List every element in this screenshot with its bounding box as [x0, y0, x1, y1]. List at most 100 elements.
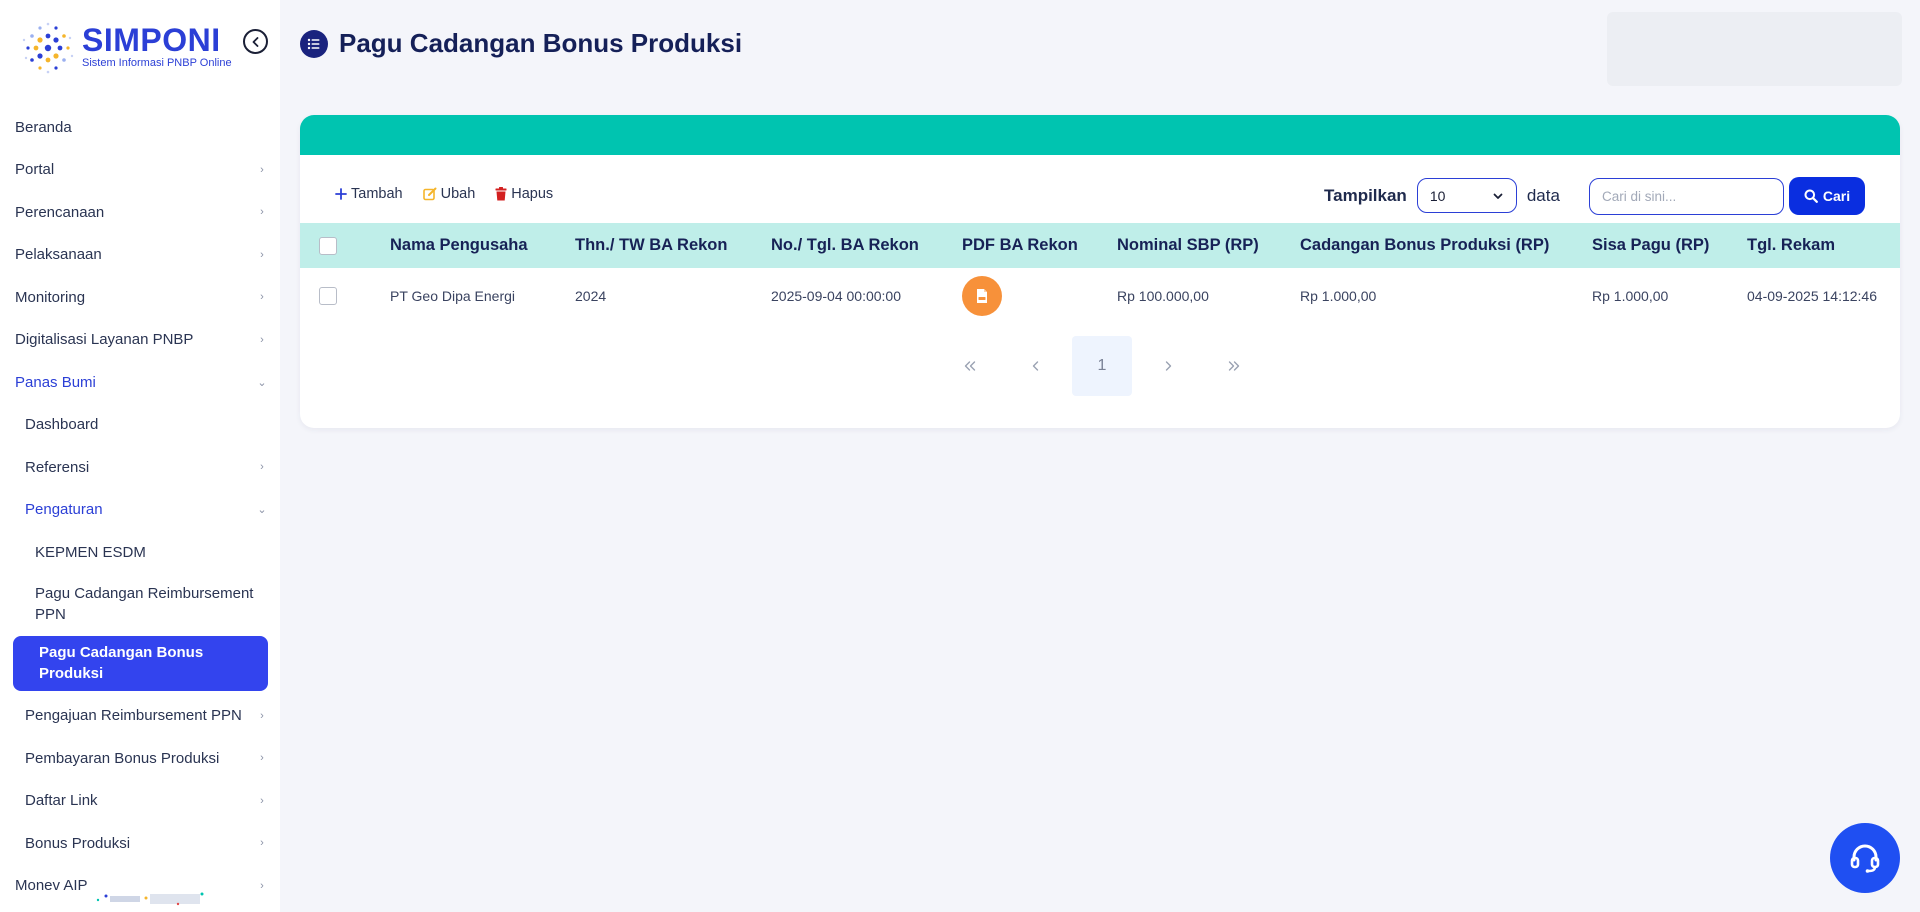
- sidebar-item-label: Dashboard: [25, 416, 99, 434]
- page-number-button[interactable]: 1: [1072, 336, 1132, 396]
- page-size-suffix: data: [1526, 185, 1560, 205]
- double-chevron-left-icon: [964, 361, 976, 371]
- chevron-down-icon: ⌄: [257, 504, 267, 517]
- page-size-value: 10: [1429, 187, 1446, 204]
- footer-decoration-icon: [96, 892, 204, 906]
- cell-pdf: [962, 268, 1117, 324]
- sidebar-item-label: Pembayaran Bonus Produksi: [25, 749, 220, 767]
- table-row[interactable]: PT Geo Dipa Energi 2024 2025-09-04 00:00…: [300, 268, 1900, 324]
- search-button-label: Cari: [1822, 188, 1851, 204]
- chevron-right-icon: ›: [260, 333, 264, 346]
- cell-sisa-pagu: Rp 1.000,00: [1592, 288, 1669, 304]
- chevron-right-icon: ›: [260, 709, 264, 722]
- sidebar-item-daftar-link[interactable]: Daftar Link ›: [0, 780, 280, 823]
- sidebar-item-label: Panas Bumi: [15, 373, 96, 391]
- column-header[interactable]: No./ Tgl. BA Rekon: [771, 223, 962, 268]
- edit-button[interactable]: Ubah: [422, 186, 476, 202]
- sidebar-item-perencanaan[interactable]: Perencanaan ›: [0, 191, 280, 234]
- chevron-right-icon: ›: [260, 461, 264, 474]
- header-user-area: [1607, 12, 1902, 86]
- chevron-right-icon: ›: [260, 248, 264, 261]
- delete-button[interactable]: Hapus: [495, 186, 553, 202]
- first-page-button[interactable]: [940, 336, 1000, 396]
- sidebar-item-label: Daftar Link: [25, 792, 98, 810]
- column-header[interactable]: Nominal SBP (RP): [1117, 223, 1300, 268]
- plus-icon: [335, 188, 347, 200]
- sidebar-item-beranda[interactable]: Beranda: [0, 106, 280, 149]
- sidebar-item-label: Pelaksanaan: [15, 246, 102, 264]
- sidebar-item-pengaturan[interactable]: Pengaturan ⌄: [0, 489, 280, 532]
- sidebar-item-label: Pagu Cadangan Reimbursement PPN: [35, 584, 254, 623]
- list-icon: [300, 29, 328, 58]
- last-page-button[interactable]: [1204, 336, 1264, 396]
- page-size-label: Tampilkan: [1324, 185, 1407, 205]
- column-header[interactable]: Cadangan Bonus Produksi (RP): [1300, 223, 1592, 268]
- column-header[interactable]: Sisa Pagu (RP): [1592, 223, 1747, 268]
- sidebar-item-kepmen-esdm[interactable]: KEPMEN ESDM: [0, 531, 280, 574]
- card-header-band: [300, 115, 1900, 155]
- chevron-right-icon: ›: [260, 163, 264, 176]
- pdf-download-button[interactable]: [962, 276, 1002, 316]
- brand-logo[interactable]: SIMPONI Sistem Informasi PNBP Online: [18, 18, 258, 80]
- page-title: Pagu Cadangan Bonus Produksi: [339, 28, 743, 58]
- table-toolbar: Tambah Ubah Hapus: [335, 186, 553, 202]
- double-chevron-right-icon: [1228, 361, 1240, 371]
- sidebar-nav: Beranda Portal › Perencanaan › Pelaksana…: [0, 106, 280, 907]
- sidebar-item-label: Referensi: [25, 458, 90, 476]
- chevron-right-icon: ›: [260, 794, 264, 807]
- sidebar-item-dashboard[interactable]: Dashboard: [0, 404, 280, 447]
- sidebar-item-label: Portal: [15, 161, 55, 179]
- row-checkbox[interactable]: [319, 287, 337, 306]
- next-page-button[interactable]: [1138, 336, 1198, 396]
- brand-name: SIMPONI: [82, 22, 221, 58]
- chevron-right-icon: ›: [260, 206, 264, 219]
- sidebar-item-pengajuan-reimbursement[interactable]: Pengajuan Reimbursement PPN ›: [0, 695, 280, 738]
- column-header[interactable]: Tgl. Rekam: [1747, 223, 1900, 268]
- delete-button-label: Hapus: [511, 186, 554, 202]
- cell-nama-pengusaha: PT Geo Dipa Energi: [390, 288, 516, 304]
- page-header: Pagu Cadangan Bonus Produksi: [300, 28, 742, 59]
- sidebar-item-pagu-bonus-produksi[interactable]: Pagu Cadangan Bonus Produksi: [13, 635, 268, 691]
- column-header[interactable]: Thn./ TW BA Rekon: [575, 223, 771, 268]
- cell-tahun-tw: 2024: [575, 288, 607, 304]
- search-icon: [1804, 189, 1818, 203]
- data-card: Tambah Ubah Hapus Tampilkan 10 data Cari…: [300, 115, 1900, 428]
- sidebar-item-label: Beranda: [15, 118, 72, 136]
- add-button[interactable]: Tambah: [335, 186, 403, 202]
- prev-page-button[interactable]: [1006, 336, 1066, 396]
- brand-subtitle: Sistem Informasi PNBP Online: [82, 57, 232, 69]
- data-table: Nama Pengusaha Thn./ TW BA Rekon No./ Tg…: [300, 223, 1900, 324]
- edit-button-label: Ubah: [440, 186, 476, 202]
- sidebar-item-portal[interactable]: Portal ›: [0, 149, 280, 192]
- sidebar-item-pembayaran-bonus[interactable]: Pembayaran Bonus Produksi ›: [0, 737, 280, 780]
- search-button[interactable]: Cari: [1789, 177, 1865, 215]
- search-input[interactable]: [1589, 178, 1784, 215]
- table-header-row: Nama Pengusaha Thn./ TW BA Rekon No./ Tg…: [300, 223, 1900, 268]
- sidebar-item-pagu-reimbursement-ppn[interactable]: Pagu Cadangan Reimbursement PPN: [0, 574, 280, 634]
- sidebar-collapse-button[interactable]: [243, 29, 268, 54]
- column-header[interactable]: PDF BA Rekon: [962, 223, 1117, 268]
- sidebar-item-label: Digitalisasi Layanan PNBP: [15, 331, 194, 349]
- column-header[interactable]: Nama Pengusaha: [390, 223, 575, 268]
- sidebar-item-monitoring[interactable]: Monitoring ›: [0, 276, 280, 319]
- sidebar-item-digitalisasi[interactable]: Digitalisasi Layanan PNBP ›: [0, 319, 280, 362]
- page-size-select[interactable]: 10: [1416, 178, 1517, 213]
- sidebar-item-label: Pengaturan: [25, 501, 103, 519]
- select-all-checkbox[interactable]: [319, 236, 337, 255]
- cell-no-tgl: 2025-09-04 00:00:00: [771, 288, 901, 304]
- pdf-file-icon: [977, 289, 987, 303]
- help-chat-button[interactable]: [1830, 823, 1900, 893]
- chevron-right-icon: ›: [260, 752, 264, 765]
- sidebar-item-referensi[interactable]: Referensi ›: [0, 446, 280, 489]
- chevron-right-icon: ›: [260, 837, 264, 850]
- sidebar-item-pelaksanaan[interactable]: Pelaksanaan ›: [0, 234, 280, 277]
- row-select-cell: [300, 268, 390, 324]
- sidebar-item-bonus-produksi[interactable]: Bonus Produksi ›: [0, 822, 280, 865]
- pagination: 1: [940, 336, 1270, 396]
- cell-nominal-sbp: Rp 100.000,00: [1117, 288, 1209, 304]
- sidebar-item-label: Monitoring: [15, 288, 86, 306]
- sidebar-item-label: Perencanaan: [15, 203, 105, 221]
- page-size-control: Tampilkan 10 data: [1324, 178, 1560, 213]
- sidebar-item-panas-bumi[interactable]: Panas Bumi ⌄: [0, 361, 280, 404]
- add-button-label: Tambah: [351, 186, 403, 202]
